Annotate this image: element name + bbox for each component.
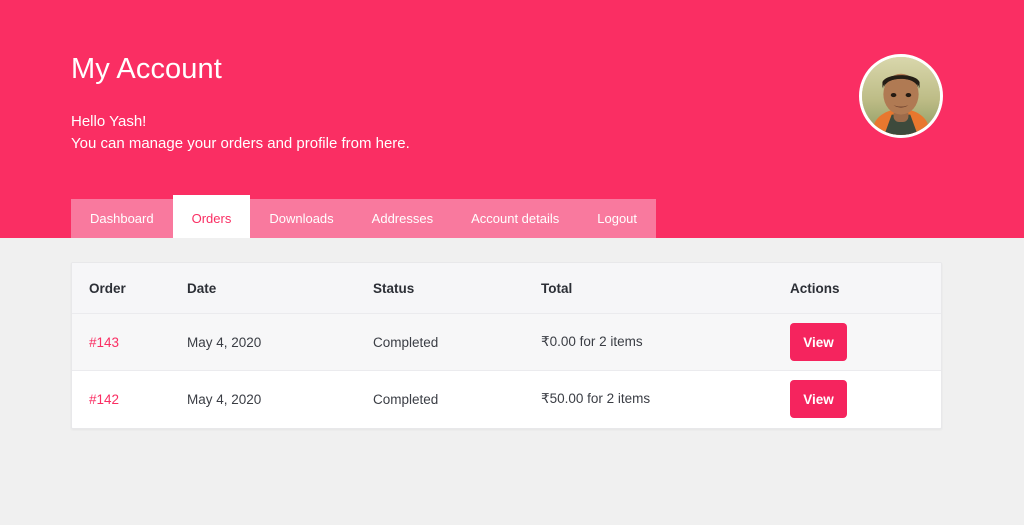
avatar[interactable]: [859, 54, 943, 138]
order-cell: #142: [72, 370, 187, 428]
my-account-page: My Account Hello Yash! You can manage yo…: [0, 0, 1024, 525]
order-status-cell: Completed: [373, 370, 541, 428]
order-cell: #143: [72, 313, 187, 371]
tab-downloads[interactable]: Downloads: [250, 199, 353, 238]
view-order-button[interactable]: View: [790, 380, 847, 419]
hero-subtitle: You can manage your orders and profile f…: [71, 135, 410, 152]
table-row: #142 May 4, 2020 Completed ₹50.00 for 2 …: [72, 370, 941, 428]
order-total-cell: ₹50.00 for 2 items: [541, 370, 790, 428]
tab-orders[interactable]: Orders: [172, 195, 251, 238]
order-date-cell: May 4, 2020: [187, 313, 373, 371]
order-number-link[interactable]: #143: [89, 335, 119, 350]
order-actions-cell: View: [790, 313, 941, 371]
account-navigation-tabs[interactable]: Dashboard Orders Downloads Addresses Acc…: [71, 195, 657, 238]
tab-logout[interactable]: Logout: [578, 199, 657, 238]
table-row: #143 May 4, 2020 Completed ₹0.00 for 2 i…: [72, 313, 941, 371]
tab-addresses[interactable]: Addresses: [352, 199, 453, 238]
column-header-actions: Actions: [790, 263, 941, 314]
avatar-photo-icon: [862, 57, 940, 135]
hero-text-block: My Account Hello Yash! You can manage yo…: [71, 52, 831, 155]
table-header-row: Order Date Status Total Actions: [72, 263, 941, 314]
orders-table-head: Order Date Status Total Actions: [72, 263, 941, 314]
orders-card: Order Date Status Total Actions #143 May…: [71, 262, 942, 429]
order-actions-cell: View: [790, 370, 941, 428]
page-title: My Account: [71, 53, 222, 85]
order-number-link[interactable]: #142: [89, 392, 119, 407]
tab-dashboard[interactable]: Dashboard: [71, 199, 173, 238]
account-content-area: Order Date Status Total Actions #143 May…: [0, 238, 1024, 525]
view-order-button[interactable]: View: [790, 323, 847, 361]
order-total-cell: ₹0.00 for 2 items: [541, 313, 790, 371]
order-date-cell: May 4, 2020: [187, 370, 373, 428]
column-header-total: Total: [541, 263, 790, 314]
greeting-text: Hello Yash!: [71, 113, 147, 130]
orders-table-body: #143 May 4, 2020 Completed ₹0.00 for 2 i…: [72, 313, 941, 428]
column-header-order: Order: [72, 263, 187, 314]
column-header-status: Status: [373, 263, 541, 314]
order-status-cell: Completed: [373, 313, 541, 371]
tab-account-details[interactable]: Account details: [452, 199, 579, 238]
column-header-date: Date: [187, 263, 373, 314]
orders-table: Order Date Status Total Actions #143 May…: [72, 263, 941, 428]
